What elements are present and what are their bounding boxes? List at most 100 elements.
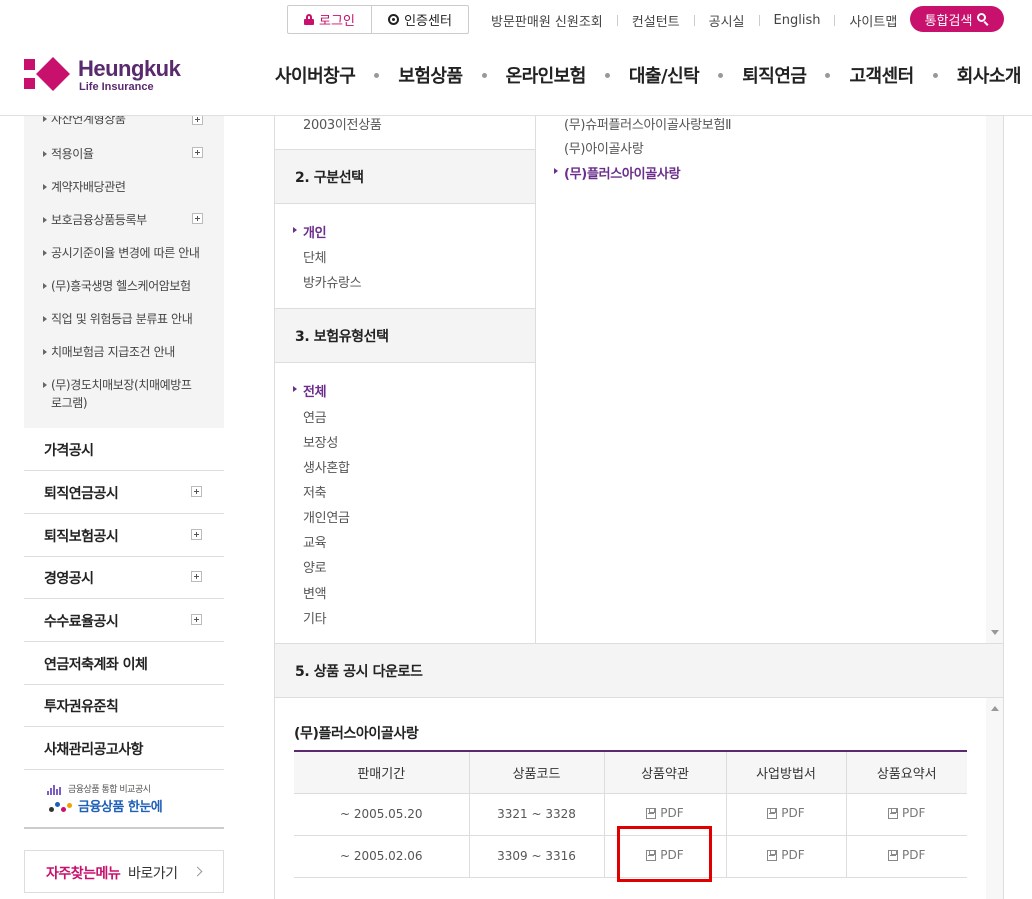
link-seller-check[interactable]: 방문판매원 신원조회 <box>477 11 617 30</box>
option-type[interactable]: 양로 <box>303 557 327 576</box>
login-button[interactable]: 로그인 <box>288 6 372 33</box>
sidebar-item-pension-transfer[interactable]: 연금저축계좌 이체 <box>24 642 224 685</box>
column-header: 상품약관 <box>603 751 726 794</box>
file-icon <box>767 849 778 861</box>
column-header: 판매기간 <box>294 751 469 794</box>
top-utility-bar: 로그인 인증센터 방문판매원 신원조회 컨설턴트 공시실 English 사이트… <box>0 0 1032 40</box>
sidebar-subitem[interactable]: 계약자배당관련 <box>42 178 217 196</box>
sidebar-item-label: 투자권유준칙 <box>44 699 119 715</box>
sidebar-item-retirement-pension[interactable]: 퇴직연금공시 <box>24 471 224 514</box>
option-type[interactable]: 생사혼합 <box>303 457 350 476</box>
sidebar-item-fee-rate[interactable]: 수수료율공시 <box>24 599 224 642</box>
terms-pdf-link[interactable]: PDF <box>646 806 684 821</box>
sale-period: ~ 2005.02.06 <box>294 835 469 878</box>
nav-separator <box>825 72 831 78</box>
download-table: 판매기간 상품코드 상품약관 사업방법서 상품요약서 ~ 2005.05.20 … <box>294 750 967 878</box>
login-label: 로그인 <box>319 14 355 29</box>
option-type-all[interactable]: 전체 <box>292 381 327 400</box>
summary-pdf-link[interactable]: PDF <box>888 806 925 820</box>
product-item-selected[interactable]: (무)플러스아이골사랑 <box>553 163 681 182</box>
sidebar-item-investment-rules[interactable]: 투자권유준칙 <box>24 684 224 727</box>
sidebar-subitem[interactable]: 치매보험금 지급조건 안내 <box>42 343 217 361</box>
sidebar-subitem[interactable]: 적용이율 <box>42 145 217 163</box>
cert-label: 인증센터 <box>404 14 452 29</box>
expand-plus-icon[interactable] <box>191 571 202 582</box>
financial-compare-banner[interactable]: 금융상품 통합 비교공시 금융상품 한눈에 <box>24 769 224 829</box>
sidebar-subitem[interactable]: 자산연계형상품 <box>42 116 217 128</box>
sidebar-item-price-disclosure[interactable]: 가격공시 <box>24 428 224 471</box>
expand-plus-icon[interactable] <box>192 213 203 224</box>
expand-plus-icon[interactable] <box>192 147 203 158</box>
nav-customer-center[interactable]: 고객센터 <box>840 62 922 88</box>
expand-plus-icon[interactable] <box>191 529 202 540</box>
sidebar-item-retirement-insurance[interactable]: 퇴직보험공시 <box>24 514 224 557</box>
scroll-up-arrow-icon[interactable] <box>991 706 999 711</box>
chevron-right-icon <box>192 866 203 877</box>
link-english[interactable]: English <box>760 13 835 28</box>
expand-plus-icon[interactable] <box>192 116 203 125</box>
sidebar-item-label: 연금저축계좌 이체 <box>44 657 148 673</box>
option-type[interactable]: 교육 <box>303 532 327 551</box>
nav-separator <box>932 72 938 78</box>
logo[interactable]: Heungkuk Life Insurance <box>24 55 194 95</box>
option-group[interactable]: 단체 <box>303 247 327 266</box>
option-type[interactable]: 개인연금 <box>303 507 350 526</box>
cert-center-button[interactable]: 인증센터 <box>372 6 468 33</box>
scroll-down-arrow-icon[interactable] <box>991 630 999 635</box>
terms-pdf-link[interactable]: PDF <box>646 848 684 862</box>
section-title: 5. 상품 공시 다운로드 <box>295 664 423 680</box>
nav-separator <box>374 72 380 78</box>
table-row: ~ 2005.05.20 3321 ~ 3328 PDF PDF PDF <box>294 793 967 836</box>
sidebar-subitem[interactable]: 공시기준이율 변경에 따른 안내 <box>42 244 217 262</box>
nav-cyber-window[interactable]: 사이버창구 <box>266 62 364 88</box>
option-type[interactable]: 연금 <box>303 407 327 426</box>
quick-menu-button[interactable]: 자주찾는메뉴 바로가기 <box>24 850 224 893</box>
sidebar-subitem[interactable]: 직업 및 위험등급 분류표 안내 <box>42 310 217 328</box>
pdf-label: PDF <box>660 806 684 821</box>
summary-pdf-link[interactable]: PDF <box>888 848 925 862</box>
option-type[interactable]: 보장성 <box>303 432 338 451</box>
method-pdf-link[interactable]: PDF <box>767 806 805 820</box>
nav-loan-trust[interactable]: 대출/신탁 <box>620 62 708 88</box>
link-sitemap[interactable]: 사이트맵 <box>835 11 911 30</box>
download-scrollbar[interactable] <box>986 698 1003 899</box>
pdf-label: PDF <box>902 806 926 821</box>
logo-subtitle: Life Insurance <box>79 81 154 93</box>
option-pre-2003[interactable]: 2003이전상품 <box>303 114 382 133</box>
nav-company-intro[interactable]: 회사소개 <box>948 62 1030 88</box>
banner-title: 금융상품 한눈에 <box>78 800 163 815</box>
banner-caption: 금융상품 통합 비교공시 <box>68 785 151 795</box>
sidebar-item-management[interactable]: 경영공시 <box>24 556 224 599</box>
nav-online-insurance[interactable]: 온라인보험 <box>497 62 595 88</box>
column-header: 사업방법서 <box>725 751 846 794</box>
sidebar-subitem[interactable]: (무)흥국생명 헬스케어암보험 <box>42 277 217 295</box>
nav-insurance-products[interactable]: 보험상품 <box>389 62 471 88</box>
download-section-header: 5. 상품 공시 다운로드 <box>274 644 1004 698</box>
product-item[interactable]: (무)슈퍼플러스아이골사랑보험Ⅱ <box>564 114 732 133</box>
option-type[interactable]: 기타 <box>303 608 327 627</box>
pdf-label: PDF <box>902 848 926 863</box>
nav-separator <box>481 72 487 78</box>
sidebar-subitem[interactable]: 보호금융상품등록부 <box>42 211 217 229</box>
file-icon <box>888 849 899 861</box>
link-consultant[interactable]: 컨설턴트 <box>618 11 694 30</box>
expand-plus-icon[interactable] <box>191 614 202 625</box>
product-list-scrollbar[interactable] <box>986 116 1003 643</box>
sidebar-item-label: 경영공시 <box>44 571 94 587</box>
pdf-label: PDF <box>781 848 805 863</box>
method-pdf-link[interactable]: PDF <box>767 848 805 863</box>
link-disclosure[interactable]: 공시실 <box>695 11 759 30</box>
option-individual[interactable]: 개인 <box>292 222 327 241</box>
nav-separator <box>604 72 610 78</box>
sidebar-subitem[interactable]: (무)경도치매보장(치매예방프로그램) <box>42 376 202 412</box>
product-title: (무)플러스아이골사랑 <box>294 726 419 742</box>
option-type[interactable]: 저축 <box>303 482 327 501</box>
option-bancassurance[interactable]: 방카슈랑스 <box>303 272 362 291</box>
sidebar-item-bond-notice[interactable]: 사채관리공고사항 <box>24 727 224 770</box>
option-type[interactable]: 변액 <box>303 583 327 602</box>
sidebar-item-label: 퇴직연금공시 <box>44 486 119 502</box>
nav-retirement-pension[interactable]: 퇴직연금 <box>733 62 815 88</box>
product-item[interactable]: (무)아이골사랑 <box>564 138 644 157</box>
integrated-search-button[interactable]: 통합검색 <box>910 6 1004 32</box>
expand-plus-icon[interactable] <box>191 486 202 497</box>
